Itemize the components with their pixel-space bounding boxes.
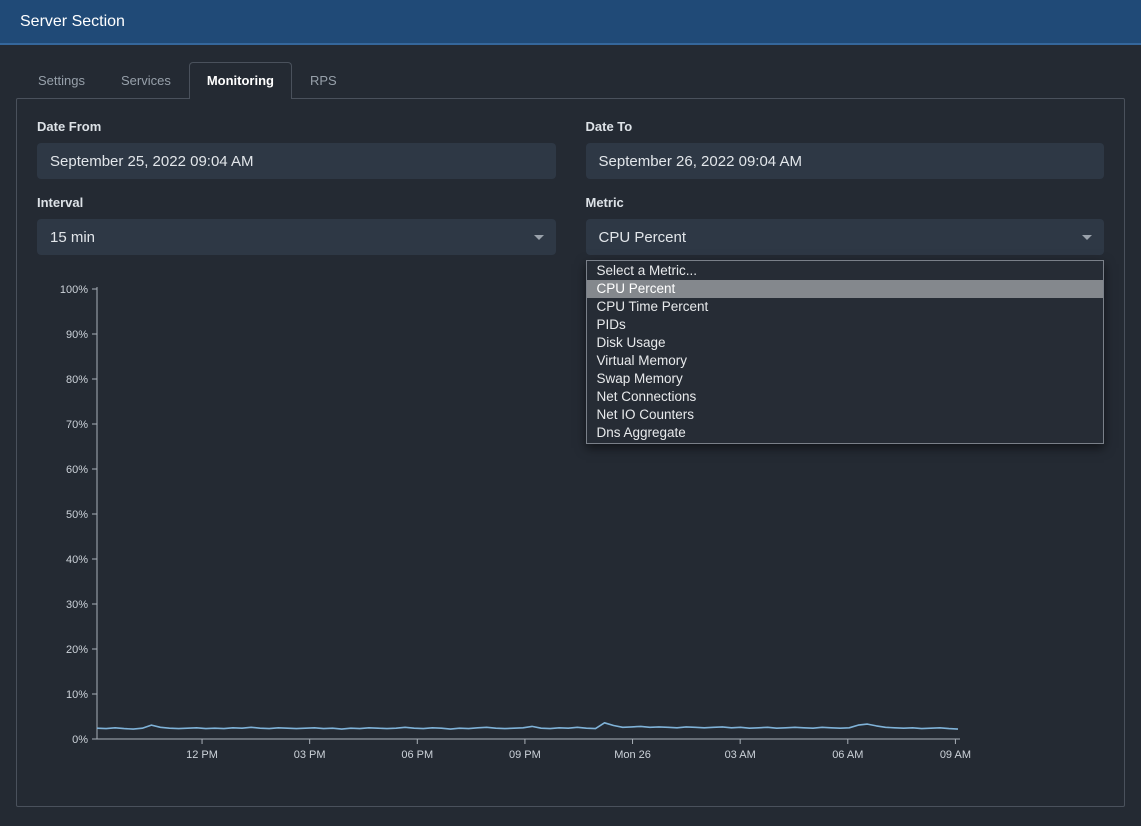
chevron-down-icon [534,235,544,240]
metric-value: CPU Percent [599,229,687,246]
tab-services[interactable]: Services [103,62,189,98]
date-from-label: Date From [37,119,556,134]
svg-text:12 PM: 12 PM [186,749,218,761]
date-from-input[interactable]: September 25, 2022 09:04 AM [37,143,556,179]
tab-settings[interactable]: Settings [20,62,103,98]
page-title: Server Section [20,13,125,31]
svg-text:30%: 30% [66,599,88,611]
svg-text:60%: 60% [66,464,88,476]
svg-text:06 AM: 06 AM [832,749,863,761]
interval-value: 15 min [50,229,95,246]
svg-text:100%: 100% [60,284,88,296]
filter-form: Date From September 25, 2022 09:04 AM Da… [37,119,1104,255]
date-from-field: Date From September 25, 2022 09:04 AM [37,119,556,179]
metric-dropdown: Select a Metric... CPU Percent CPU Time … [586,260,1105,444]
dropdown-option-placeholder[interactable]: Select a Metric... [587,262,1104,280]
monitoring-panel: Date From September 25, 2022 09:04 AM Da… [16,98,1125,807]
chevron-down-icon [1082,235,1092,240]
interval-field: Interval 15 min [37,195,556,255]
svg-text:0%: 0% [72,734,88,746]
metric-select[interactable]: CPU Percent [586,219,1105,255]
interval-label: Interval [37,195,556,210]
svg-text:06 PM: 06 PM [401,749,433,761]
dropdown-option-cpu-percent[interactable]: CPU Percent [587,280,1104,298]
tab-bar: Settings Services Monitoring RPS [20,62,1141,98]
date-from-value: September 25, 2022 09:04 AM [50,153,253,170]
dropdown-option-net-io-counters[interactable]: Net IO Counters [587,406,1104,424]
date-to-field: Date To September 26, 2022 09:04 AM [586,119,1105,179]
svg-text:09 AM: 09 AM [940,749,971,761]
metric-field: Metric CPU Percent Select a Metric... CP… [586,195,1105,255]
svg-text:03 PM: 03 PM [294,749,326,761]
tab-monitoring[interactable]: Monitoring [189,62,292,99]
dropdown-option-swap-memory[interactable]: Swap Memory [587,370,1104,388]
dropdown-option-pids[interactable]: PIDs [587,316,1104,334]
dropdown-option-virtual-memory[interactable]: Virtual Memory [587,352,1104,370]
date-to-input[interactable]: September 26, 2022 09:04 AM [586,143,1105,179]
svg-text:10%: 10% [66,689,88,701]
svg-text:40%: 40% [66,554,88,566]
dropdown-option-dns-aggregate[interactable]: Dns Aggregate [587,424,1104,442]
svg-text:90%: 90% [66,329,88,341]
date-to-value: September 26, 2022 09:04 AM [599,153,802,170]
header: Server Section [0,0,1141,45]
svg-text:20%: 20% [66,644,88,656]
svg-text:80%: 80% [66,374,88,386]
dropdown-option-cpu-time-percent[interactable]: CPU Time Percent [587,298,1104,316]
metric-label: Metric [586,195,1105,210]
svg-text:09 PM: 09 PM [509,749,541,761]
svg-text:50%: 50% [66,509,88,521]
tab-rps[interactable]: RPS [292,62,355,98]
date-to-label: Date To [586,119,1105,134]
svg-text:70%: 70% [66,419,88,431]
svg-text:Mon 26: Mon 26 [614,749,651,761]
dropdown-option-disk-usage[interactable]: Disk Usage [587,334,1104,352]
svg-text:03 AM: 03 AM [725,749,756,761]
dropdown-option-net-connections[interactable]: Net Connections [587,388,1104,406]
interval-select[interactable]: 15 min [37,219,556,255]
